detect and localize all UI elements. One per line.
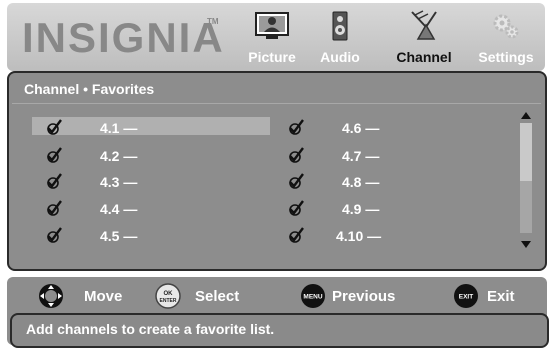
channel-number: 4.9 — — [342, 201, 380, 217]
picture-icon — [255, 12, 289, 39]
favorite-item-4-2[interactable]: 4.2 — — [44, 146, 224, 166]
exit-button-icon: EXIT — [454, 284, 478, 308]
channel-number: 4.6 — — [342, 120, 380, 136]
help-move-label: Move — [84, 288, 123, 305]
channel-number: 4.4 — — [100, 201, 138, 217]
scrollbar-thumb[interactable] — [520, 123, 532, 181]
channel-number: 4.8 — — [342, 174, 380, 190]
menu-button-text: MENU — [303, 294, 322, 301]
help-exit: EXIT Exit — [453, 283, 533, 309]
checkmark-icon — [289, 227, 304, 243]
title-divider — [12, 103, 541, 104]
checkmark-icon — [289, 119, 304, 135]
favorite-item-4-4[interactable]: 4.4 — — [44, 199, 224, 219]
ok-button-text: OK — [164, 291, 174, 297]
help-move: Move — [38, 283, 138, 309]
checkmark-icon — [289, 200, 304, 216]
tab-label: Settings — [478, 49, 534, 65]
tab-label: Audio — [320, 49, 360, 65]
channel-number: 4.7 — — [342, 148, 380, 164]
scroll-up-arrow-icon[interactable] — [521, 112, 531, 119]
checkmark-icon — [47, 227, 62, 243]
favorite-item-4-5[interactable]: 4.5 — — [44, 226, 224, 246]
menu-button-icon: MENU — [301, 284, 325, 308]
message-text: Add channels to create a favorite list. — [26, 321, 275, 337]
checkmark-icon — [47, 200, 62, 216]
checkmark-icon — [289, 173, 304, 189]
tab-channel[interactable]: Channel — [384, 9, 464, 69]
checkmark-icon — [47, 119, 62, 135]
channel-number: 4.1 — — [100, 120, 138, 136]
checkmark-icon — [47, 173, 62, 189]
navigation-pad-icon — [39, 284, 63, 308]
favorite-item-4-9[interactable]: 4.9 — — [286, 199, 466, 219]
brand-logo: INSIGNIA — [22, 14, 225, 61]
channel-number: 4.5 — — [100, 228, 138, 244]
favorite-item-4-1[interactable]: 4.1 — — [44, 118, 224, 138]
tab-settings[interactable]: Settings — [466, 9, 546, 69]
speaker-icon — [332, 11, 348, 41]
exit-button-text: EXIT — [459, 294, 473, 301]
help-previous: MENU Previous — [300, 283, 420, 309]
channel-number: 4.3 — — [100, 174, 138, 190]
help-select: OK ENTER Select — [155, 283, 265, 309]
ok-enter-button-icon: OK ENTER — [155, 283, 181, 309]
channel-number: 4.2 — — [100, 148, 138, 164]
help-previous-label: Previous — [332, 288, 396, 305]
favorite-item-4-7[interactable]: 4.7 — — [286, 146, 466, 166]
panel-title: Channel • Favorites — [24, 81, 155, 97]
tab-label: Channel — [396, 49, 452, 65]
favorite-item-4-8[interactable]: 4.8 — — [286, 172, 466, 192]
channel-number: 4.10 — — [336, 228, 382, 244]
gears-icon — [493, 14, 519, 39]
favorite-item-4-10[interactable]: 4.10 — — [286, 226, 466, 246]
favorite-item-4-3[interactable]: 4.3 — — [44, 172, 224, 192]
antenna-icon — [411, 10, 437, 40]
enter-button-text: ENTER — [160, 298, 177, 304]
favorite-item-4-6[interactable]: 4.6 — — [286, 118, 466, 138]
tab-audio[interactable]: Audio — [300, 9, 380, 69]
help-select-label: Select — [195, 288, 240, 305]
help-exit-label: Exit — [487, 288, 515, 305]
checkmark-icon — [47, 147, 62, 163]
trademark-mark: TM — [207, 17, 219, 26]
scroll-down-arrow-icon[interactable] — [521, 241, 531, 248]
checkmark-icon — [289, 147, 304, 163]
